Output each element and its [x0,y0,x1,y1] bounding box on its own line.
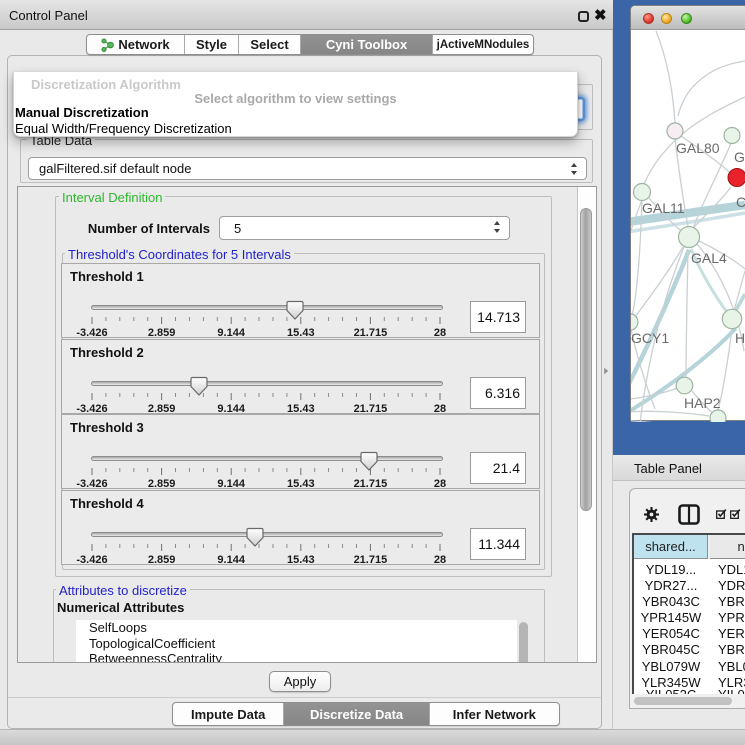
svg-text:GAL4: GAL4 [691,250,727,266]
svg-text:HAP2: HAP2 [684,395,721,411]
svg-text:GCY1: GCY1 [631,330,669,346]
svg-text:GAL80: GAL80 [676,140,720,156]
svg-text:GA: GA [734,149,745,165]
svg-text:GAL11: GAL11 [642,200,685,216]
svg-text:HI: HI [735,330,745,346]
svg-text:C: C [736,194,745,210]
